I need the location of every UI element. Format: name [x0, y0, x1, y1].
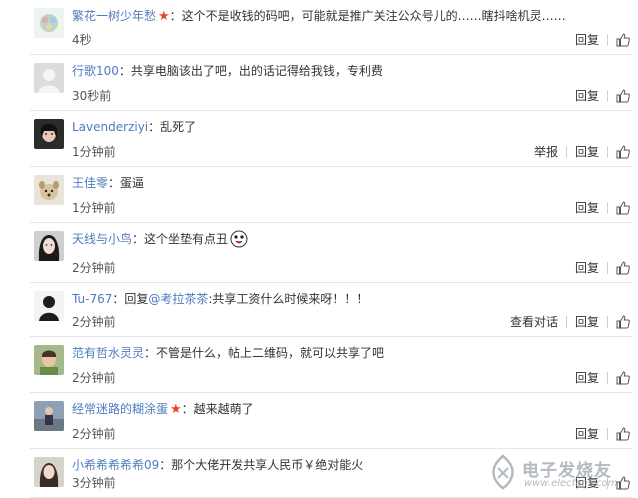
timestamp: 4秒: [72, 33, 92, 47]
comment-line: 范有哲水灵灵：不管是什么，帖上二维码，就可以共享了吧: [72, 344, 630, 362]
reply-prefix: ：回复: [112, 292, 149, 306]
star-badge-icon: ★: [170, 402, 182, 417]
thumbs-up-icon[interactable]: [616, 33, 630, 47]
comment-text: ：共享电脑该出了吧，出的话记得给我钱，专利费: [118, 64, 383, 78]
comment-actions: 回复: [575, 31, 630, 49]
comment-item: 范有哲水灵灵：不管是什么，帖上二维码，就可以共享了吧 2分钟前 回复: [0, 337, 638, 393]
reply-button[interactable]: 回复: [575, 259, 599, 277]
reply-button[interactable]: 回复: [575, 31, 599, 49]
avatar[interactable]: [34, 457, 64, 487]
timestamp: 2分钟前: [72, 427, 116, 441]
timestamp: 3分钟前: [72, 476, 116, 490]
comment-actions: 举报 回复: [534, 143, 630, 161]
action-divider: [607, 372, 608, 384]
comment-item: 王佳零：蛋逼 1分钟前 回复: [0, 167, 638, 223]
reply-button[interactable]: 回复: [575, 425, 599, 443]
action-divider: [607, 202, 608, 214]
comment-item: 天线与小鸟：这个坐垫有点丑 2分钟前 回复: [0, 223, 638, 283]
action-divider: [565, 146, 567, 158]
timestamp: 1分钟前: [72, 145, 116, 159]
timestamp: 2分钟前: [72, 261, 116, 275]
thumbs-up-icon[interactable]: [616, 145, 630, 159]
timestamp: 2分钟前: [72, 315, 116, 329]
comment-line: 经常迷路的糊涂蛋 ★：越来越萌了: [72, 400, 630, 418]
comment-line: 行歌100：共享电脑该出了吧，出的话记得给我钱，专利费: [72, 62, 630, 80]
action-divider: [607, 34, 608, 46]
username-link[interactable]: Tu-767: [72, 292, 112, 306]
watermark: 电子发烧友 www.elecfans.com: [482, 452, 632, 494]
thumbs-up-icon[interactable]: [616, 261, 630, 275]
avatar[interactable]: [34, 175, 64, 205]
comment-text: ：不管是什么，帖上二维码，就可以共享了吧: [144, 346, 385, 360]
comment-line: Tu-767：回复@考拉茶茶:共享工资什么时候来呀！！！: [72, 290, 630, 308]
username-link[interactable]: 王佳零: [72, 176, 108, 190]
reply-button[interactable]: 回复: [575, 143, 599, 161]
avatar[interactable]: [34, 291, 64, 321]
username-link[interactable]: 小希希希希希09: [72, 458, 159, 472]
reply-button[interactable]: 回复: [575, 199, 599, 217]
comment-actions: 回复: [575, 87, 630, 105]
comment-text: ：这个不是收钱的码吧，可能就是推广关注公众号儿的……瞎抖啥机灵……: [169, 9, 566, 23]
comment-actions: 回复: [575, 369, 630, 387]
comment-line: 繁花一树少年愁 ★：这个不是收钱的码吧，可能就是推广关注公众号儿的……瞎抖啥机灵……: [72, 7, 630, 25]
username-link[interactable]: 天线与小鸟: [72, 232, 132, 246]
thumbs-up-icon[interactable]: [616, 371, 630, 385]
elecfans-logo-icon: [492, 454, 514, 490]
username-link[interactable]: 繁花一树少年愁: [72, 9, 156, 23]
comment-actions: 查看对话 回复: [510, 313, 630, 331]
comment-line: Lavenderziyi：乱死了: [72, 118, 630, 136]
thumbs-up-icon[interactable]: [616, 201, 630, 215]
thumbs-up-icon[interactable]: [616, 315, 630, 329]
comment-text: ：那个大佬开发共享人民币￥绝对能火: [159, 458, 364, 472]
face-emoji-icon: [230, 230, 248, 248]
username-link[interactable]: 行歌100: [72, 64, 119, 78]
comment-item: 行歌100：共享电脑该出了吧，出的话记得给我钱，专利费 30秒前 回复: [0, 55, 638, 111]
comment-item: Tu-767：回复@考拉茶茶:共享工资什么时候来呀！！！ 2分钟前 查看对话 回复: [0, 283, 638, 337]
timestamp: 2分钟前: [72, 371, 116, 385]
star-badge-icon: ★: [158, 9, 170, 24]
report-button[interactable]: 举报: [534, 143, 558, 161]
comment-item: 经常迷路的糊涂蛋 ★：越来越萌了 2分钟前 回复: [0, 393, 638, 449]
action-divider: [565, 316, 567, 328]
view-conversation-button[interactable]: 查看对话: [510, 313, 558, 331]
reply-button[interactable]: 回复: [575, 313, 599, 331]
action-divider: [607, 90, 608, 102]
comment-actions: 回复: [575, 259, 630, 277]
comment-actions: 回复: [575, 425, 630, 443]
comment-text: ：乱死了: [148, 120, 197, 134]
avatar[interactable]: [34, 401, 64, 431]
comment-text: ：这个坐垫有点丑: [132, 232, 229, 246]
action-divider: [607, 146, 608, 158]
action-divider: [607, 316, 608, 328]
username-link[interactable]: 经常迷路的糊涂蛋: [72, 402, 168, 416]
comment-text: ：蛋逼: [108, 176, 145, 190]
username-link[interactable]: Lavenderziyi: [72, 120, 148, 134]
avatar[interactable]: [34, 345, 64, 375]
comment-actions: 回复: [575, 199, 630, 217]
timestamp: 1分钟前: [72, 201, 116, 215]
avatar[interactable]: [34, 63, 64, 93]
timestamp: 30秒前: [72, 89, 112, 103]
reply-button[interactable]: 回复: [575, 369, 599, 387]
thumbs-up-icon[interactable]: [616, 89, 630, 103]
comment-text: :共享工资什么时候来呀！！！: [208, 292, 369, 306]
comment-item: Lavenderziyi：乱死了 1分钟前 举报 回复: [0, 111, 638, 167]
reply-button[interactable]: 回复: [575, 87, 599, 105]
comment-list: 繁花一树少年愁 ★：这个不是收钱的码吧，可能就是推广关注公众号儿的……瞎抖啥机灵……: [0, 0, 638, 498]
username-link[interactable]: 范有哲水灵灵: [72, 346, 144, 360]
avatar[interactable]: [34, 8, 64, 38]
mention-link[interactable]: @考拉茶茶: [148, 292, 208, 306]
action-divider: [607, 262, 608, 274]
avatar[interactable]: [34, 119, 64, 149]
watermark-url: www.elecfans.com: [524, 478, 618, 489]
avatar[interactable]: [34, 231, 64, 261]
thumbs-up-icon[interactable]: [616, 427, 630, 441]
comment-line: 天线与小鸟：这个坐垫有点丑: [72, 230, 630, 248]
action-divider: [607, 428, 608, 440]
comment-text: ：越来越萌了: [181, 402, 254, 416]
comment-item: 繁花一树少年愁 ★：这个不是收钱的码吧，可能就是推广关注公众号儿的……瞎抖啥机灵……: [0, 0, 638, 55]
comment-line: 王佳零：蛋逼: [72, 174, 630, 192]
